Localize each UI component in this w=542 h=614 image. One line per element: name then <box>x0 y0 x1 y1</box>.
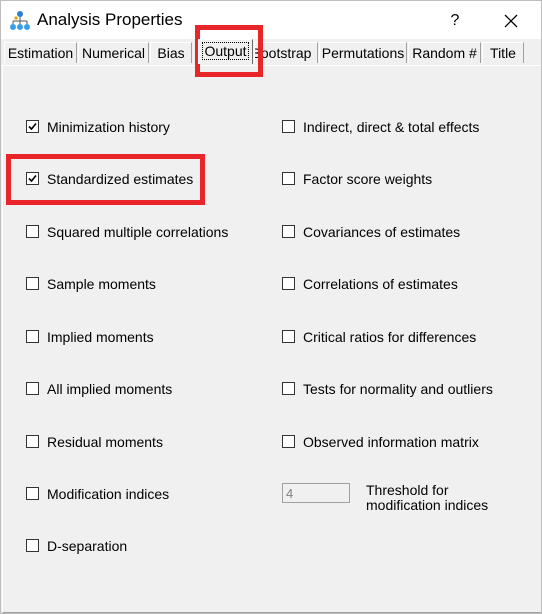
checkbox-label: Correlations of estimates <box>303 276 458 292</box>
title-bar[interactable]: Analysis Properties ? <box>1 1 541 39</box>
close-button[interactable] <box>496 7 526 35</box>
threshold-label-line2: modification indices <box>366 497 489 513</box>
checkbox-box[interactable] <box>282 382 295 395</box>
tab-bootstrap[interactable]: Bootstrap <box>254 42 318 63</box>
tab-random[interactable]: Random # <box>408 42 481 63</box>
tab-bias[interactable]: Bias <box>150 42 192 63</box>
checkbox-label: Modification indices <box>47 486 170 502</box>
checkbox-label: Squared multiple correlations <box>47 224 229 240</box>
threshold-label: Threshold for modification indices <box>366 483 488 513</box>
help-button[interactable]: ? <box>441 8 469 34</box>
checkbox-label: Tests for normality and outliers <box>303 381 493 397</box>
checkbox-box[interactable] <box>282 330 295 343</box>
checkbox-label: Implied moments <box>47 329 154 345</box>
checkbox-box[interactable] <box>26 539 39 552</box>
tab-label: Bootstrap <box>254 45 312 61</box>
checkbox-label: Factor score weights <box>303 171 433 187</box>
checkbox-box[interactable] <box>26 487 39 500</box>
checkbox-box[interactable] <box>26 330 39 343</box>
checkbox-box[interactable] <box>282 277 295 290</box>
checkbox-label: Critical ratios for differences <box>303 329 477 345</box>
checkbox-label: All implied moments <box>47 381 173 397</box>
tab-label: Numerical <box>81 45 145 61</box>
tab-label: Title <box>490 45 516 61</box>
network-icon <box>9 10 31 32</box>
threshold-input[interactable]: 4 <box>282 483 350 503</box>
window-title: Analysis Properties <box>37 10 183 29</box>
checkbox-label: D-separation <box>47 538 128 554</box>
checkbox-label: Residual moments <box>47 434 163 450</box>
tab-estimation[interactable]: Estimation <box>4 42 77 63</box>
tab-label: Estimation <box>7 45 74 61</box>
checkbox-box[interactable] <box>26 382 39 395</box>
checkbox-label: Minimization history <box>47 119 170 135</box>
checkbox-label: Observed information matrix <box>303 434 479 450</box>
checkbox-box[interactable] <box>26 435 39 448</box>
tab-numerical[interactable]: Numerical <box>78 42 149 63</box>
tab-output[interactable]: Output <box>198 39 253 64</box>
tab-label: Random # <box>412 45 477 61</box>
checkbox-label: Indirect, direct & total effects <box>303 119 480 135</box>
checkbox-box[interactable] <box>282 120 295 133</box>
checkbox-box[interactable] <box>26 277 39 290</box>
threshold-label-line1: Threshold for <box>366 482 449 498</box>
tab-title[interactable]: Title <box>482 42 524 63</box>
checkbox-label: Sample moments <box>47 276 156 292</box>
checkbox-label: Standardized estimates <box>47 171 194 187</box>
tab-label: Permutations <box>321 45 405 61</box>
tab-label: Output <box>202 42 249 60</box>
tab-permutations[interactable]: Permutations <box>319 42 407 63</box>
checkbox-box[interactable] <box>282 225 295 238</box>
checkbox-box[interactable] <box>26 172 39 185</box>
checkbox-box[interactable] <box>26 225 39 238</box>
checkbox-box[interactable] <box>26 120 39 133</box>
close-icon <box>504 14 518 39</box>
tab-strip: Estimation Numerical Bias Output Bootstr… <box>1 39 541 65</box>
checkbox-label: Covariances of estimates <box>303 224 461 240</box>
checkbox-box[interactable] <box>282 435 295 448</box>
analysis-properties-dialog: Analysis Properties ? Estimation Numeric… <box>0 0 542 614</box>
tab-label: Bias <box>157 45 185 61</box>
checkbox-box[interactable] <box>282 172 295 185</box>
